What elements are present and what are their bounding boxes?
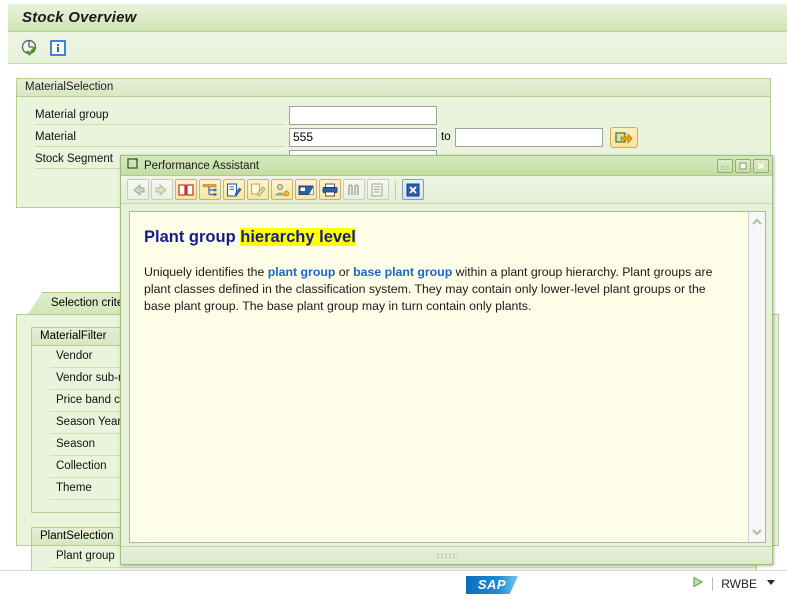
help-heading-highlight: hierarchy level	[240, 228, 356, 246]
toolbar-separator	[395, 180, 396, 199]
label-material: Material	[35, 128, 285, 147]
status-bar-right: RWBE	[692, 576, 777, 591]
pencil-icon[interactable]	[247, 179, 269, 200]
help-heading: Plant group hierarchy level	[144, 228, 733, 248]
multiple-selection-button[interactable]	[609, 126, 638, 148]
label-to: to	[441, 131, 451, 143]
sap-gui-window: Stock Overview MaterialSelection Materia…	[0, 0, 787, 600]
dialog-title-bar[interactable]: Performance Assistant	[121, 156, 772, 176]
scroll-down-arrow-icon[interactable]	[749, 524, 765, 540]
close-button[interactable]	[753, 158, 769, 173]
material-selection-header: MaterialSelection	[17, 79, 770, 97]
dropdown-arrow-icon[interactable]	[765, 576, 777, 591]
scroll-up-arrow-icon[interactable]	[749, 214, 765, 230]
play-triangle-icon[interactable]	[692, 576, 704, 591]
resize-grip-dots-icon	[435, 552, 458, 559]
minimize-button[interactable]	[717, 158, 733, 173]
form-row-material: Material to	[35, 126, 755, 148]
label-material-group: Material group	[35, 106, 285, 125]
maximize-button[interactable]	[735, 158, 751, 173]
edit-note-icon[interactable]	[223, 179, 245, 200]
input-material-to[interactable]	[454, 127, 603, 147]
execute-clock-icon[interactable]	[20, 38, 40, 58]
performance-assistant-dialog: Performance Assistant Plant group hierar…	[120, 155, 773, 565]
form-row-material-group: Material group	[35, 105, 755, 125]
input-material-group[interactable]	[289, 105, 437, 125]
find-icon[interactable]	[343, 179, 365, 200]
status-bar	[0, 570, 787, 600]
help-body-text: Uniquely identifies the plant group or b…	[144, 264, 733, 315]
input-material-from[interactable]	[289, 127, 437, 147]
card-icon[interactable]	[295, 179, 317, 200]
dialog-vertical-scrollbar[interactable]	[748, 212, 765, 542]
page-title: Stock Overview	[22, 9, 137, 26]
forward-arrow-icon[interactable]	[151, 179, 173, 200]
personal-note-icon[interactable]	[271, 179, 293, 200]
system-id: RWBE	[721, 576, 757, 591]
window-title-bar: Stock Overview	[8, 4, 787, 32]
sap-logo: SAP	[466, 576, 518, 594]
cancel-icon[interactable]	[402, 179, 424, 200]
open-book-icon[interactable]	[175, 179, 197, 200]
dialog-window-icon	[127, 158, 139, 173]
dialog-title: Performance Assistant	[144, 159, 260, 172]
application-toolbar	[8, 32, 787, 64]
help-text-seg1: Uniquely identifies the	[144, 264, 268, 279]
list-icon[interactable]	[367, 179, 389, 200]
link-plant-group[interactable]: plant group	[268, 265, 336, 279]
status-separator	[712, 576, 714, 591]
dialog-window-buttons	[717, 158, 769, 173]
arrow-out-icon	[614, 132, 633, 144]
hierarchy-icon[interactable]	[199, 179, 221, 200]
info-icon[interactable]	[48, 38, 68, 58]
dialog-document-area: Plant group hierarchy level Uniquely ide…	[129, 211, 766, 543]
print-icon[interactable]	[319, 179, 341, 200]
help-document: Plant group hierarchy level Uniquely ide…	[130, 212, 747, 542]
dialog-resize-grip[interactable]	[121, 546, 772, 564]
help-heading-plain: Plant group	[144, 228, 241, 246]
back-arrow-icon[interactable]	[127, 179, 149, 200]
help-text-seg2: or	[335, 264, 354, 279]
link-base-plant-group[interactable]: base plant group	[353, 265, 452, 279]
dialog-toolbar	[121, 176, 772, 204]
